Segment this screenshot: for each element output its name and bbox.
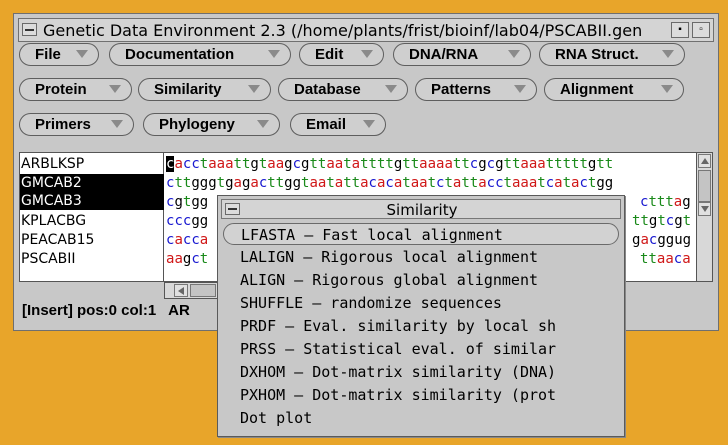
chevron-down-icon — [661, 85, 673, 93]
chevron-down-icon — [514, 85, 526, 93]
menu-item-lalign[interactable]: LALIGN – Rigorous local alignment — [223, 246, 619, 268]
menu-patterns[interactable]: Patterns — [415, 78, 537, 101]
menu-edit-label: Edit — [315, 46, 344, 63]
menu-alignment-label: Alignment — [560, 81, 634, 98]
vertical-scrollbar[interactable] — [696, 152, 713, 282]
chevron-down-icon — [363, 120, 375, 128]
similarity-menu-popup: Similarity LFASTA – Fast local alignment… — [217, 195, 625, 437]
sequence-name-item[interactable]: GMCAB3 — [20, 192, 164, 210]
menu-rna-struct-label: RNA Struct. — [555, 46, 639, 63]
sequence-line: cttgggtgagacttggtaatattacacataatctattacc… — [166, 175, 614, 191]
menu-database-label: Database — [294, 81, 361, 98]
sequence-line: aagct — [166, 251, 209, 267]
maximize-button[interactable]: ▫ — [692, 22, 710, 38]
sequence-line: cacctaaattgtaagcgttaatattttgttaaaattcgcg… — [166, 156, 614, 172]
sequence-line-tail: ttgtcgt — [632, 213, 692, 229]
chevron-down-icon — [109, 85, 121, 93]
horizontal-scrollbar[interactable] — [164, 282, 224, 299]
menu-documentation-label: Documentation — [125, 46, 235, 63]
status-extra: AR — [168, 302, 190, 319]
chevron-down-icon — [248, 85, 260, 93]
sequence-line-tail: gacggug — [632, 232, 692, 248]
sequence-line: cccgg — [166, 213, 209, 229]
menu-item-pxhom[interactable]: PXHOM – Dot-matrix similarity (prot — [223, 384, 619, 406]
menu-similarity[interactable]: Similarity — [138, 78, 271, 101]
sequence-name-item[interactable]: PEACAB15 — [20, 231, 164, 249]
chevron-down-icon — [257, 120, 269, 128]
menu-file-label: File — [35, 46, 61, 63]
scroll-thumb[interactable] — [698, 170, 711, 202]
window-title: Genetic Data Environment 2.3 (/home/plan… — [43, 21, 643, 40]
sequence-line-tail: ttaaca — [640, 251, 691, 267]
title-overflow-mask — [658, 20, 668, 40]
minimize-button[interactable]: ▪ — [671, 22, 689, 38]
menu-item-dot-plot[interactable]: Dot plot — [223, 407, 619, 429]
arrow-left-icon[interactable] — [174, 284, 188, 297]
menu-email[interactable]: Email — [290, 113, 386, 136]
chevron-down-icon — [385, 85, 397, 93]
title-bar[interactable]: Genetic Data Environment 2.3 (/home/plan… — [18, 18, 714, 42]
status-bar: [Insert] pos:0 col:1 AR — [22, 302, 190, 319]
sequence-name-item[interactable]: GMCAB2 — [20, 174, 164, 192]
menu-item-shuffle[interactable]: SHUFFLE – randomize sequences — [223, 292, 619, 314]
menu-file[interactable]: File — [19, 43, 99, 66]
chevron-down-icon — [76, 50, 88, 58]
menu-dna-rna[interactable]: DNA/RNA — [393, 43, 531, 66]
chevron-down-icon — [111, 120, 123, 128]
chevron-down-icon — [508, 50, 520, 58]
menu-dna-rna-label: DNA/RNA — [409, 46, 479, 63]
menu-similarity-label: Similarity — [154, 81, 222, 98]
sequence-name-item[interactable]: PSCABII — [20, 250, 164, 268]
sequence-line: cgtgg — [166, 194, 209, 210]
menu-primers-label: Primers — [35, 116, 91, 133]
status-text: [Insert] pos:0 col:1 — [22, 302, 157, 319]
menu-alignment[interactable]: Alignment — [544, 78, 684, 101]
chevron-down-icon — [662, 50, 674, 58]
menu-patterns-label: Patterns — [431, 81, 492, 98]
sequence-name-item[interactable]: ARBLKSP — [20, 155, 164, 173]
menu-item-align[interactable]: ALIGN – Rigorous global alignment — [223, 269, 619, 291]
menu-phylogeny[interactable]: Phylogeny — [143, 113, 280, 136]
sequence-name-list[interactable]: ARBLKSP GMCAB2 GMCAB3 KPLACBG PEACAB15 P… — [19, 152, 164, 282]
menu-rna-struct[interactable]: RNA Struct. — [539, 43, 685, 66]
menu-protein-label: Protein — [35, 81, 87, 98]
menu-documentation[interactable]: Documentation — [109, 43, 291, 66]
menu-email-label: Email — [306, 116, 347, 133]
menu-primers[interactable]: Primers — [19, 113, 134, 136]
menu-item-lfasta[interactable]: LFASTA – Fast local alignment — [223, 223, 619, 245]
menu-database[interactable]: Database — [278, 78, 408, 101]
sequence-line-tail: ctttag — [640, 194, 691, 210]
popup-title: Similarity — [386, 201, 458, 219]
chevron-down-icon — [361, 50, 373, 58]
popup-title-bar[interactable]: Similarity — [221, 199, 621, 219]
sequence-line: cacca — [166, 232, 209, 248]
menu-edit[interactable]: Edit — [299, 43, 384, 66]
menu-protein[interactable]: Protein — [19, 78, 132, 101]
scroll-thumb-horizontal[interactable] — [190, 284, 216, 297]
arrow-down-icon[interactable] — [698, 202, 711, 216]
menu-item-prdf[interactable]: PRDF – Eval. similarity by local sh — [223, 315, 619, 337]
chevron-down-icon — [268, 50, 280, 58]
menu-phylogeny-label: Phylogeny — [159, 116, 235, 133]
menu-item-prss[interactable]: PRSS – Statistical eval. of similar — [223, 338, 619, 360]
menu-item-dxhom[interactable]: DXHOM – Dot-matrix similarity (DNA) — [223, 361, 619, 383]
sequence-name-item[interactable]: KPLACBG — [20, 212, 164, 230]
window-menu-icon[interactable] — [22, 23, 37, 36]
arrow-up-icon[interactable] — [698, 154, 711, 168]
